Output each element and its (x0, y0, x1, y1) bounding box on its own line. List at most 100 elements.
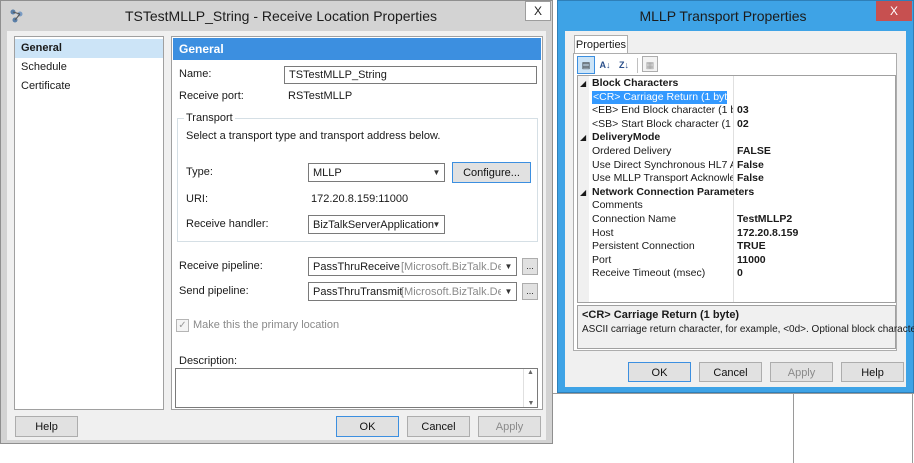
property-pages-icon[interactable]: ▦ (642, 56, 658, 72)
property-row[interactable]: Port 11000 (578, 254, 895, 268)
sort-descending-icon[interactable]: Z↓ (615, 56, 633, 74)
property-name: Receive Timeout (msec) (592, 267, 706, 280)
property-value[interactable]: 0 (737, 267, 743, 281)
cancel-button[interactable]: Cancel (407, 416, 470, 437)
property-row[interactable]: Comments (578, 199, 895, 213)
receive-pipeline-assembly: [Microsoft.BizTalk.Defau (401, 261, 517, 273)
ok-button[interactable]: OK (336, 416, 399, 437)
help-button[interactable]: Help (841, 362, 904, 382)
property-name: Use MLLP Transport Acknowled (592, 172, 733, 185)
dialog-client: Properties ▤ A↓ Z↓ ▦ ◢ Block Characters <C… (565, 31, 914, 387)
send-pipeline-assembly: [Microsoft.BizTalk.Defau (401, 286, 517, 298)
property-row[interactable]: Persistent Connection TRUE (578, 240, 895, 254)
property-value[interactable]: 11000 (737, 254, 766, 268)
collapse-icon[interactable]: ◢ (580, 131, 586, 145)
property-name: Connection Name (592, 213, 677, 225)
property-row[interactable]: Connection Name TestMLLP2 (578, 213, 895, 227)
receive-handler-select[interactable]: BizTalkServerApplication ▼ (308, 215, 445, 234)
send-pipeline-select[interactable]: PassThruTransmit [Microsoft.BizTalk.Defa… (308, 282, 517, 301)
property-name: Port (592, 253, 612, 266)
receive-pipeline-config-button[interactable]: ... (522, 258, 538, 275)
window-title: MLLP Transport Properties (639, 8, 807, 24)
ok-button[interactable]: OK (628, 362, 691, 382)
apply-button[interactable]: Apply (770, 362, 833, 382)
panel-header: General (173, 38, 541, 60)
property-category[interactable]: ◢ Network Connection Parameters (578, 186, 895, 200)
property-row[interactable]: <EB> End Block character (1 byt 03 (578, 104, 895, 118)
send-pipeline-label: Send pipeline: (179, 285, 249, 297)
scrollbar[interactable]: ▲ ▼ (523, 369, 537, 407)
receive-handler-label: Receive handler: (186, 218, 269, 230)
send-pipeline-value: PassThruTransmit (313, 286, 403, 298)
nav-item-schedule[interactable]: Schedule (15, 58, 163, 77)
description-label: Description: (179, 355, 238, 367)
close-icon: X (533, 4, 542, 18)
collapse-icon[interactable]: ◢ (580, 186, 586, 200)
apply-button[interactable]: Apply (478, 416, 541, 437)
uri-label: URI: (186, 193, 208, 205)
receive-pipeline-label: Receive pipeline: (179, 260, 263, 272)
mllp-properties-dialog: MLLP Transport Properties X Properties ▤… (557, 0, 914, 393)
transport-group-label: Transport (184, 112, 235, 124)
close-button[interactable]: X (525, 1, 551, 21)
primary-location-checkbox[interactable]: ✓ (176, 319, 189, 332)
chevron-down-icon: ▼ (432, 168, 441, 177)
category-name: DeliveryMode (592, 131, 661, 144)
chevron-down-icon: ▼ (432, 220, 441, 229)
cancel-button[interactable]: Cancel (699, 362, 762, 382)
property-value[interactable]: TRUE (737, 240, 766, 254)
property-row[interactable]: <SB> Start Block character (1 by 02 (578, 118, 895, 132)
property-name: Host (592, 226, 614, 239)
configure-button[interactable]: Configure... (452, 162, 531, 183)
description-title: <CR> Carriage Return (1 byte) (582, 309, 740, 321)
property-value[interactable]: TestMLLP2 (737, 213, 792, 227)
type-label: Type: (186, 166, 213, 178)
description-text: ASCII carriage return character, for exa… (582, 324, 914, 335)
property-name: <CR> Carriage Return (1 byte) (592, 90, 727, 105)
property-value[interactable]: False (737, 172, 764, 186)
receive-port-value: RSTestMLLP (288, 90, 353, 102)
type-select[interactable]: MLLP ▼ (308, 163, 445, 182)
categorized-icon[interactable]: ▤ (577, 56, 595, 74)
property-value[interactable]: 02 (737, 118, 749, 132)
receive-location-dialog: TSTestMLLP_String - Receive Location Pro… (0, 0, 553, 444)
property-category[interactable]: ◢ Block Characters (578, 77, 895, 91)
tab-properties[interactable]: Properties (574, 35, 628, 54)
scroll-up-icon: ▲ (527, 369, 534, 376)
property-category[interactable]: ◢ DeliveryMode (578, 131, 895, 145)
description-field[interactable]: ▲ ▼ (175, 368, 538, 408)
property-value[interactable]: False (737, 159, 764, 173)
property-row[interactable]: Receive Timeout (msec) 0 (578, 267, 895, 281)
property-row[interactable]: Ordered Delivery FALSE (578, 145, 895, 159)
app-icon (9, 8, 25, 24)
type-select-value: MLLP (313, 167, 342, 179)
help-button[interactable]: Help (15, 416, 78, 437)
property-row[interactable]: <CR> Carriage Return (1 byte) (578, 90, 895, 105)
nav-list: General Schedule Certificate (14, 36, 164, 410)
name-field[interactable]: TSTestMLLP_String (284, 66, 537, 84)
property-grid: ◢ Block Characters <CR> Carriage Return (1… (577, 75, 896, 303)
close-icon: X (889, 4, 898, 18)
title-bar[interactable]: MLLP Transport Properties X (558, 1, 913, 31)
property-row[interactable]: Use MLLP Transport Acknowled False (578, 172, 895, 186)
receive-handler-value: BizTalkServerApplication (313, 219, 435, 231)
close-button[interactable]: X (876, 1, 912, 21)
nav-item-general[interactable]: General (15, 39, 163, 58)
property-name: Use Direct Synchronous HL7 AC (592, 158, 733, 171)
receive-pipeline-select[interactable]: PassThruReceive [Microsoft.BizTalk.Defau… (308, 257, 517, 276)
property-row[interactable]: Host 172.20.8.159 (578, 227, 895, 241)
description-box: <CR> Carriage Return (1 byte) ASCII carr… (577, 305, 914, 349)
general-panel: General Name: TSTestMLLP_String Receive … (171, 36, 543, 410)
collapse-icon[interactable]: ◢ (580, 77, 586, 91)
transport-hint: Select a transport type and transport ad… (186, 130, 441, 142)
nav-item-certificate[interactable]: Certificate (15, 77, 163, 96)
property-value[interactable]: 172.20.8.159 (737, 227, 798, 241)
category-name: Network Connection Parameters (592, 185, 755, 198)
sort-ascending-icon[interactable]: A↓ (596, 56, 614, 74)
dialog-client: General Schedule Certificate General Nam… (7, 31, 546, 440)
title-bar[interactable]: TSTestMLLP_String - Receive Location Pro… (1, 1, 552, 31)
property-value[interactable]: FALSE (737, 145, 771, 159)
send-pipeline-config-button[interactable]: ... (522, 283, 538, 300)
property-row[interactable]: Use Direct Synchronous HL7 AC False (578, 159, 895, 173)
property-value[interactable]: 03 (737, 104, 749, 118)
